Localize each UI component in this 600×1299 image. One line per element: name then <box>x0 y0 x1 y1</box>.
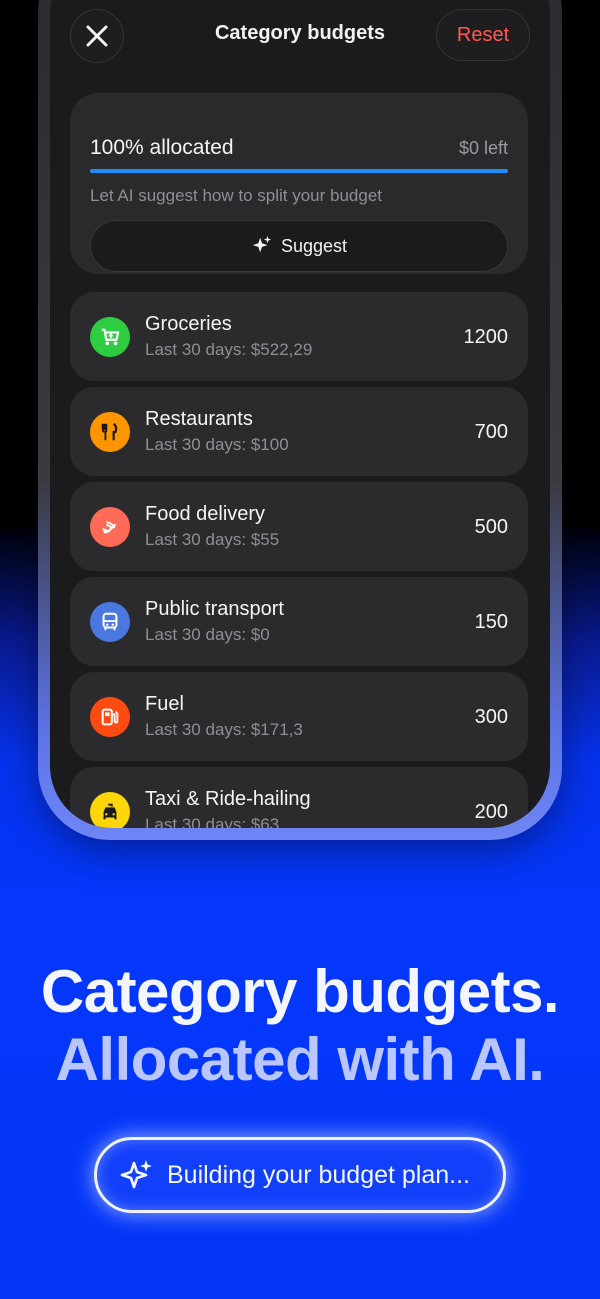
sparkles-icon <box>252 235 272 253</box>
category-row-food-delivery[interactable]: Food delivery Last 30 days: $55 500 <box>70 482 528 571</box>
fuel-icon <box>90 697 130 737</box>
category-name: Public transport <box>145 598 284 620</box>
category-row-fuel[interactable]: Fuel Last 30 days: $171,3 300 <box>70 672 528 761</box>
category-budget-amount[interactable]: 500 <box>475 516 508 539</box>
category-row-taxi[interactable]: Taxi & Ride-hailing Last 30 days: $63 20… <box>70 767 528 828</box>
allocation-remaining: $0 left <box>458 138 508 158</box>
allocation-progress-fill <box>90 169 508 173</box>
suggest-label: Suggest <box>280 235 348 256</box>
headline-line-2: Allocated with AI. <box>55 1026 545 1093</box>
taxi-icon <box>90 792 130 828</box>
category-spend: Last 30 days: $63 <box>145 815 280 828</box>
fork-knife-icon <box>90 412 130 452</box>
category-budget-amount[interactable]: 200 <box>475 801 508 824</box>
delivery-icon <box>90 507 130 547</box>
category-budget-amount[interactable]: 300 <box>475 706 508 729</box>
category-name: Fuel <box>145 693 184 715</box>
category-row-restaurants[interactable]: Restaurants Last 30 days: $100 700 <box>70 387 528 476</box>
suggest-button[interactable]: Suggest <box>90 220 508 272</box>
category-spend: Last 30 days: $171,3 <box>145 720 303 739</box>
category-budget-amount[interactable]: 700 <box>475 421 508 444</box>
phone-frame: Category budgets Reset 100% allocated $0… <box>38 0 562 840</box>
category-name: Taxi & Ride-hailing <box>145 788 311 810</box>
category-spend: Last 30 days: $100 <box>145 435 289 454</box>
category-name: Restaurants <box>145 408 253 430</box>
allocation-card: 100% allocated $0 left Let AI suggest ho… <box>70 93 528 274</box>
sparkles-icon <box>120 1160 152 1189</box>
allocation-percent: 100% allocated <box>90 136 234 159</box>
headline-line-1: Category budgets. <box>40 958 560 1025</box>
category-budget-amount[interactable]: 1200 <box>464 326 509 349</box>
category-budget-amount[interactable]: 150 <box>475 611 508 634</box>
category-name: Food delivery <box>145 503 266 525</box>
category-spend: Last 30 days: $55 <box>145 530 280 549</box>
category-spend: Last 30 days: $522,29 <box>145 340 313 359</box>
ai-suggest-hint: Let AI suggest how to split your budget <box>90 186 383 205</box>
category-row-groceries[interactable]: Groceries Last 30 days: $522,29 1200 <box>70 292 528 381</box>
building-plan-pill: Building your budget plan... <box>94 1137 506 1213</box>
marketing-headline: Category budgets. Allocated with AI. <box>0 958 600 1094</box>
category-name: Groceries <box>145 313 232 335</box>
category-spend: Last 30 days: $0 <box>145 625 270 644</box>
phone-screen: Category budgets Reset 100% allocated $0… <box>50 0 550 828</box>
cart-icon <box>90 317 130 357</box>
category-row-public-transport[interactable]: Public transport Last 30 days: $0 150 <box>70 577 528 666</box>
reset-button[interactable]: Reset <box>436 9 530 61</box>
bus-icon <box>90 602 130 642</box>
building-plan-label: Building your budget plan... <box>167 1160 470 1189</box>
allocation-progress-bar <box>90 169 508 173</box>
